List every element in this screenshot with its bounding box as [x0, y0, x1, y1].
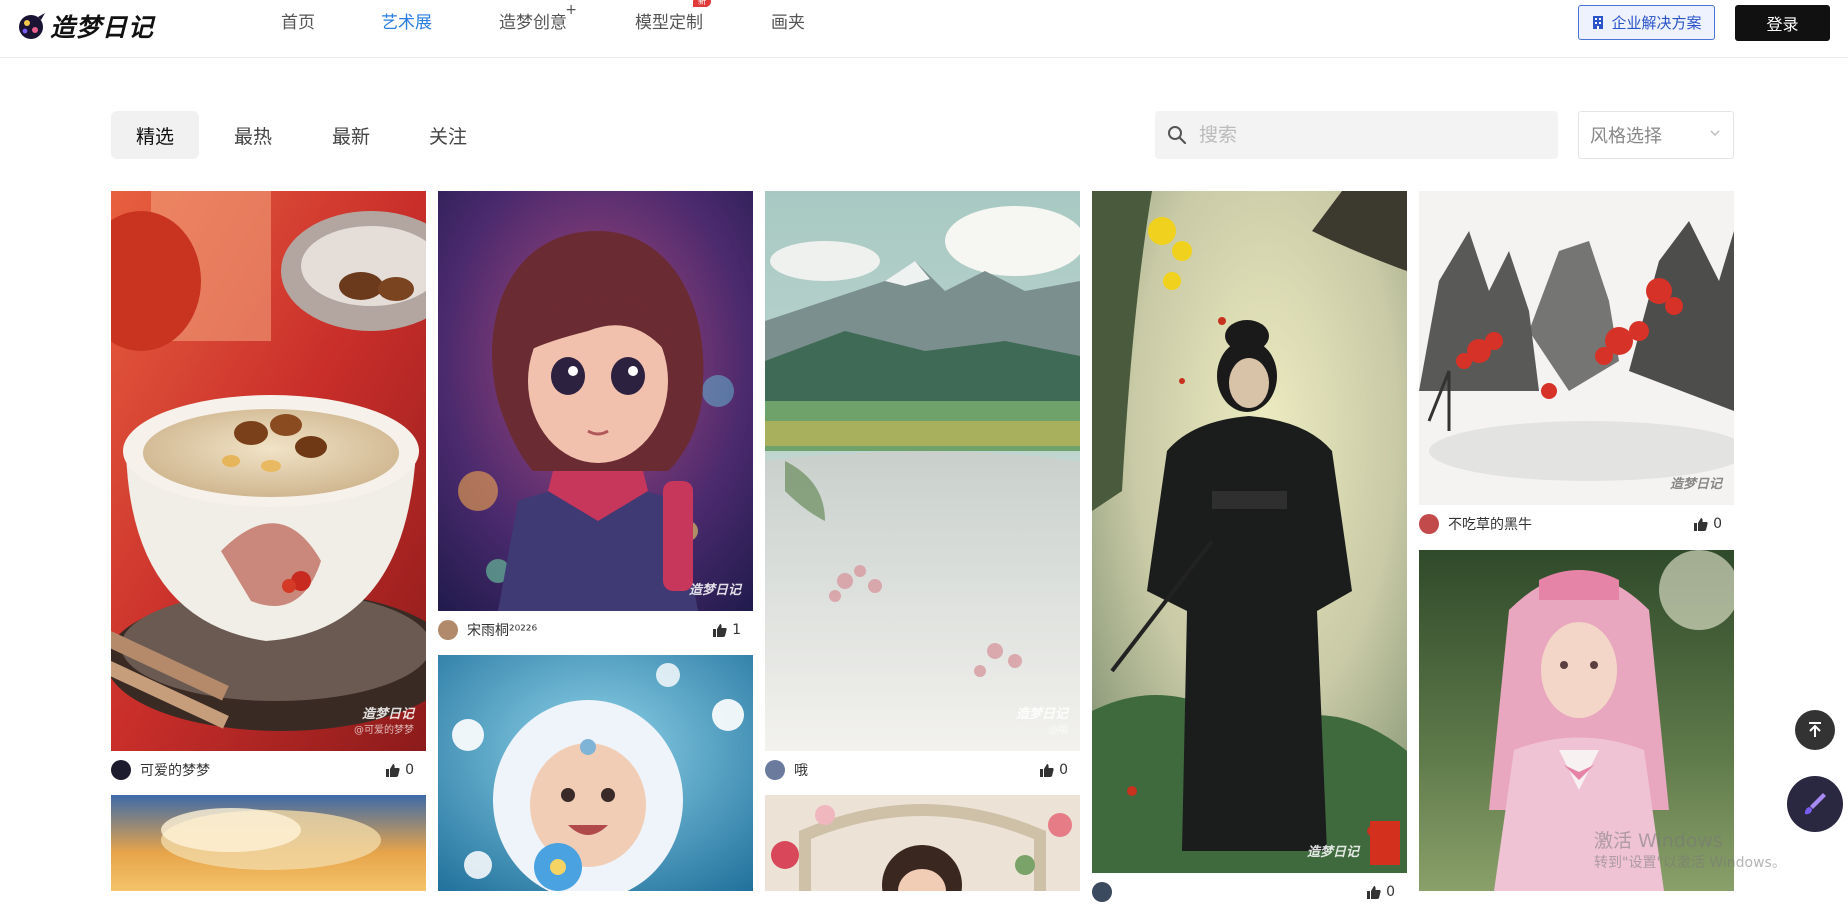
like-button[interactable]: 1	[713, 622, 741, 638]
cartoon-girl-artwork	[438, 191, 753, 611]
watermark: 造梦日记 @哦	[1016, 707, 1068, 739]
tab-newest-label: 最新	[331, 125, 370, 148]
nav-home-label: 首页	[281, 13, 315, 33]
top-navigation: 造梦日记 首页 艺术展 造梦创意 + 模型定制 新 画夹 企业解决方案 登录	[0, 0, 1848, 58]
nav-folder-label: 画夹	[771, 13, 805, 33]
activation-line-1: 激活 Windows	[1594, 830, 1723, 852]
search-input[interactable]	[1199, 124, 1539, 146]
search-box	[1155, 111, 1558, 159]
avatar[interactable]	[1419, 514, 1439, 534]
watermark-user: @哦	[1048, 725, 1068, 736]
like-count: 1	[732, 622, 741, 638]
nav-art-exhibition-label: 艺术展	[381, 13, 432, 33]
tab-hottest-label: 最热	[233, 125, 272, 148]
landscape-artwork	[765, 191, 1080, 751]
brush-icon	[1804, 793, 1826, 815]
author-name[interactable]: 可爱的梦梦	[140, 760, 210, 780]
author-name[interactable]: 宋雨桐²⁰²²⁶	[467, 620, 537, 640]
watermark-brand: 造梦日记	[1306, 845, 1359, 860]
back-to-top-button[interactable]	[1795, 710, 1835, 750]
search-icon	[1168, 126, 1187, 145]
avatar[interactable]	[438, 620, 458, 640]
artwork-image[interactable]	[765, 795, 1080, 891]
nav-model-custom-label: 模型定制	[635, 13, 703, 33]
card-meta: 哦 0	[765, 755, 1080, 785]
artwork-image[interactable]: 造梦日记	[438, 191, 753, 611]
avatar[interactable]	[111, 760, 131, 780]
like-count: 0	[1713, 516, 1722, 532]
watermark-brand: 造梦日记	[688, 583, 741, 598]
porridge-artwork	[111, 191, 426, 751]
enterprise-solution-button[interactable]: 企业解决方案	[1578, 5, 1715, 40]
nav-dream-creative-label: 造梦创意	[499, 13, 567, 33]
like-button[interactable]: 0	[1694, 516, 1722, 532]
login-button[interactable]: 登录	[1735, 5, 1830, 41]
logo-text: 造梦日记	[50, 13, 155, 42]
nav-art-exhibition[interactable]: 艺术展	[381, 8, 432, 33]
artwork-image[interactable]: 造梦日记	[1092, 191, 1407, 873]
watermark: 造梦日记 @可爱的梦梦	[354, 707, 414, 739]
thumbs-up-icon	[1040, 763, 1054, 777]
artwork-image[interactable]: 造梦日记 @哦	[765, 191, 1080, 751]
building-icon	[1593, 16, 1604, 29]
avatar[interactable]	[1092, 882, 1112, 902]
card-meta: 宋雨桐²⁰²²⁶ 1	[438, 615, 753, 645]
activation-line-2: 转到"设置"以激活 Windows。	[1594, 855, 1786, 871]
watermark-brand: 造梦日记	[1015, 707, 1068, 722]
tab-newest[interactable]: 最新	[311, 111, 391, 159]
like-button[interactable]: 0	[1040, 762, 1068, 778]
thumbs-up-icon	[386, 763, 400, 777]
new-badge: 新	[693, 0, 711, 7]
windows-activation-watermark: 激活 Windows 转到"设置"以激活 Windows。	[1594, 830, 1786, 874]
card-meta: 不吃草的黑牛 0	[1419, 509, 1734, 539]
tab-following-label: 关注	[428, 125, 467, 148]
watermark-brand: 造梦日记	[1669, 477, 1722, 492]
like-button[interactable]: 0	[1367, 884, 1395, 900]
logo-mark-icon	[19, 13, 45, 39]
warrior-artwork	[1092, 191, 1407, 873]
watermark: 造梦日记	[689, 583, 741, 599]
sunset-artwork	[111, 795, 426, 891]
avatar[interactable]	[765, 760, 785, 780]
artwork-image[interactable]: 造梦日记	[1419, 191, 1734, 505]
tab-following[interactable]: 关注	[408, 111, 488, 159]
tab-featured[interactable]: 精选	[111, 111, 199, 159]
watermark-user: @可爱的梦梦	[354, 725, 414, 736]
floral-arch-artwork	[765, 795, 1080, 891]
nav-folder[interactable]: 画夹	[771, 8, 805, 33]
artwork-image[interactable]: 造梦日记 @可爱的梦梦	[111, 191, 426, 751]
thumbs-up-icon	[1367, 885, 1381, 899]
style-select[interactable]: 风格选择	[1578, 111, 1734, 159]
arrow-up-to-line-icon	[1809, 722, 1821, 737]
tab-featured-label: 精选	[135, 125, 174, 148]
author-name[interactable]: 不吃草的黑牛	[1448, 514, 1532, 534]
plus-icon: +	[565, 2, 577, 18]
create-artwork-button[interactable]	[1787, 776, 1843, 832]
nav-model-custom[interactable]: 模型定制 新	[635, 0, 711, 33]
baby-artwork	[438, 655, 753, 891]
ink-wash-artwork	[1419, 191, 1734, 505]
author-name[interactable]: 哦	[794, 760, 808, 780]
like-count: 0	[405, 762, 414, 778]
tab-hottest[interactable]: 最热	[213, 111, 293, 159]
like-button[interactable]: 0	[386, 762, 414, 778]
watermark-brand: 造梦日记	[361, 707, 414, 722]
logo[interactable]: 造梦日记	[14, 8, 154, 44]
like-count: 0	[1059, 762, 1068, 778]
nav-home[interactable]: 首页	[281, 8, 315, 33]
artwork-image[interactable]	[438, 655, 753, 891]
nav-dream-creative[interactable]: 造梦创意 +	[499, 2, 577, 33]
watermark: 造梦日记	[1670, 477, 1722, 493]
like-count: 0	[1386, 884, 1395, 900]
card-meta: 0	[1092, 877, 1407, 907]
chevron-down-icon	[1710, 130, 1720, 136]
thumbs-up-icon	[713, 623, 727, 637]
style-select-label: 风格选择	[1590, 126, 1662, 147]
artwork-image[interactable]	[111, 795, 426, 891]
enterprise-solution-label: 企业解决方案	[1611, 14, 1702, 32]
card-meta: 可爱的梦梦 0	[111, 755, 426, 785]
thumbs-up-icon	[1694, 517, 1708, 531]
watermark: 造梦日记	[1307, 845, 1359, 861]
login-label: 登录	[1766, 15, 1799, 34]
